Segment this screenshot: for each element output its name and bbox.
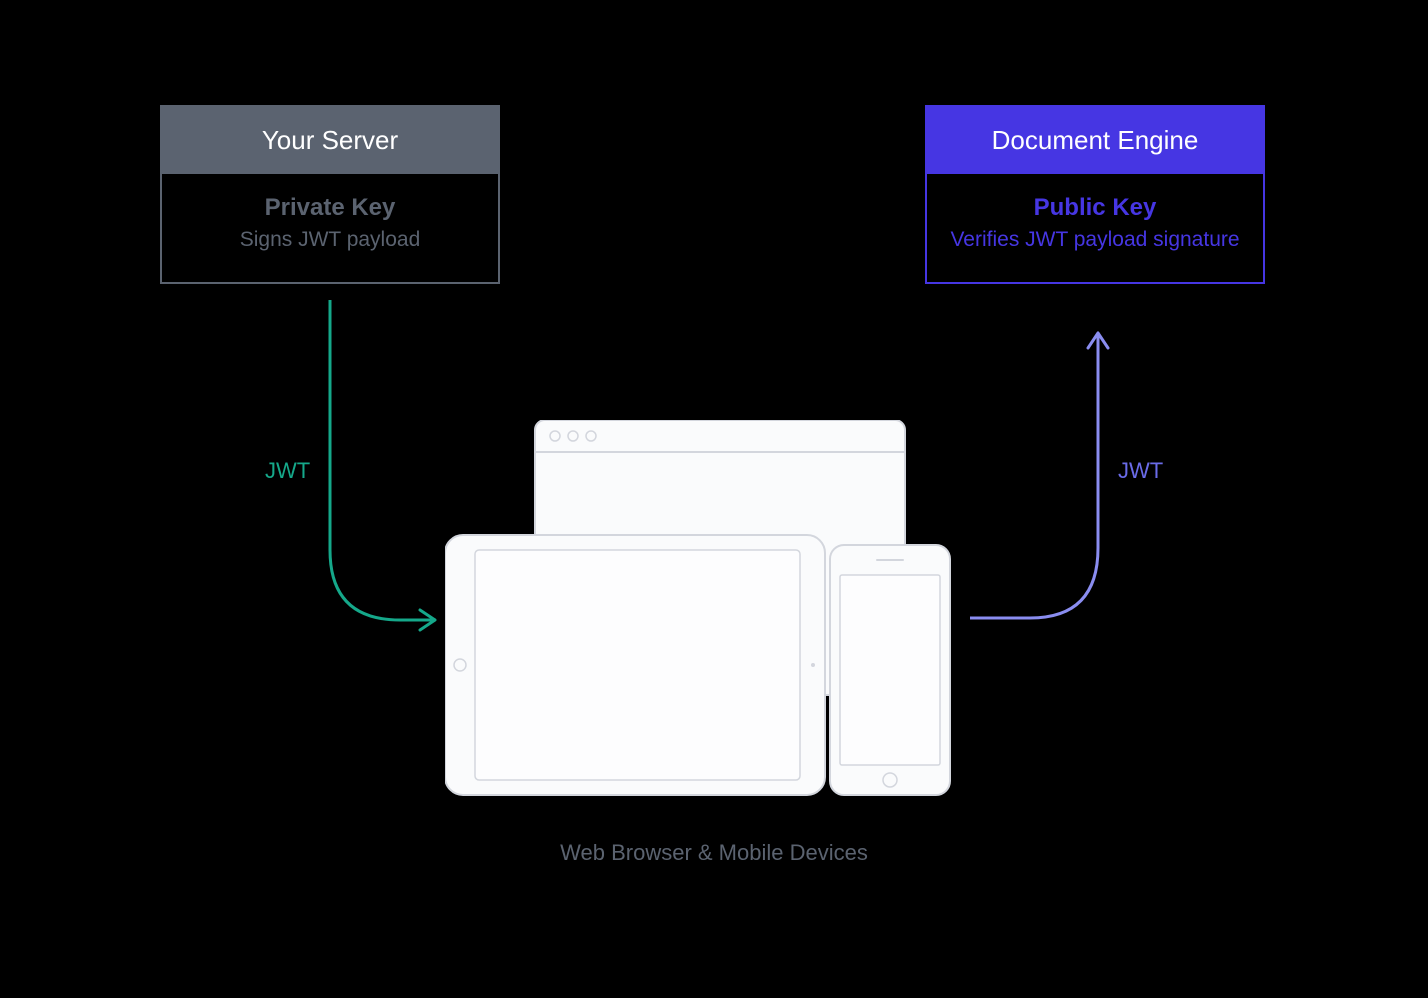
arrow-left-label: JWT (265, 458, 310, 484)
devices-illustration (445, 420, 970, 800)
devices-caption: Web Browser & Mobile Devices (560, 840, 868, 866)
arrow-server-to-devices-icon (310, 300, 460, 640)
tablet-icon (445, 535, 825, 795)
arrow-devices-to-engine-icon (970, 318, 1130, 648)
private-key-desc: Signs JWT payload (176, 226, 484, 254)
document-engine-title: Document Engine (927, 107, 1263, 174)
server-box-body: Private Key Signs JWT payload (162, 174, 498, 282)
phone-icon (830, 545, 950, 795)
private-key-title: Private Key (176, 194, 484, 222)
document-engine-box: Document Engine Public Key Verifies JWT … (925, 105, 1265, 284)
public-key-title: Public Key (941, 194, 1249, 222)
server-box: Your Server Private Key Signs JWT payloa… (160, 105, 500, 284)
document-engine-body: Public Key Verifies JWT payload signatur… (927, 174, 1263, 282)
arrow-right-label: JWT (1118, 458, 1163, 484)
public-key-desc: Verifies JWT payload signature (941, 226, 1249, 254)
jwt-flow-diagram: Your Server Private Key Signs JWT payloa… (0, 0, 1428, 998)
server-box-title: Your Server (162, 107, 498, 174)
